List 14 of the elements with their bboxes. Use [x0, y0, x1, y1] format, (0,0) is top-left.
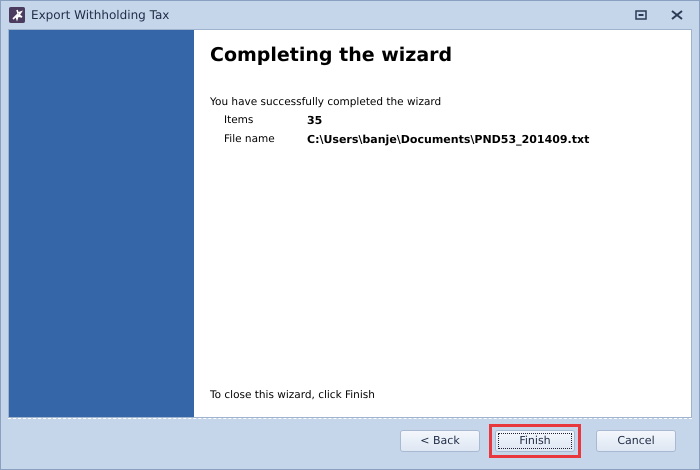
intro-text: You have successfully completed the wizard — [210, 96, 442, 108]
wizard-button[interactable]: Cancel — [596, 430, 676, 452]
close-icon[interactable] — [671, 10, 683, 20]
window-title: Export Withholding Tax — [31, 8, 170, 22]
wizard-button[interactable]: Finish — [495, 430, 575, 452]
wizard-button[interactable]: < Back — [400, 430, 480, 452]
app-icon — [9, 7, 25, 23]
detail-label: File name — [224, 133, 276, 146]
detail-value: 35 — [307, 114, 322, 127]
wizard-heading: Completing the wizard — [210, 44, 454, 66]
closing-note: To close this wizard, click Finish — [210, 389, 376, 401]
detail-label: Items — [224, 114, 254, 127]
detail-value: C:\Users\banje\Documents\PND53_201409.txt — [307, 133, 590, 146]
restore-icon[interactable] — [635, 10, 647, 20]
